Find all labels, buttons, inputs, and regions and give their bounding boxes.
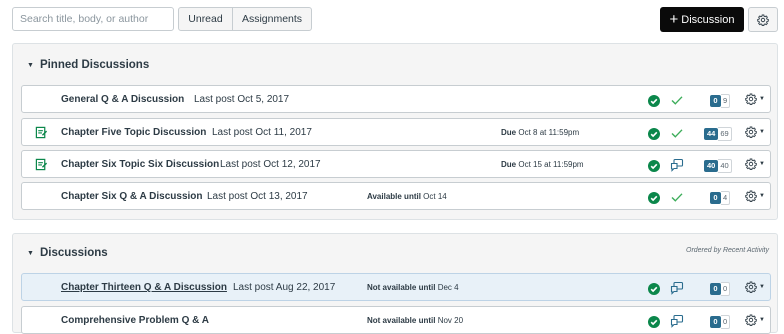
due-date: Due Oct 15 at 11:59pm (501, 160, 584, 169)
gear-icon (757, 14, 769, 26)
gear-icon (745, 314, 757, 326)
discussion-row[interactable]: Chapter Six Topic Six Discussion Last po… (21, 150, 771, 178)
reply-icon (670, 281, 684, 300)
discussion-title[interactable]: Chapter Six Q & A Discussion (61, 191, 203, 202)
checkmark-icon (670, 93, 684, 112)
caret-down-icon: ▼ (759, 96, 765, 102)
pinned-section-toggle[interactable]: ▼ Pinned Discussions (27, 59, 149, 71)
published-icon[interactable] (648, 94, 660, 112)
last-post: Last post Oct 11, 2017 (212, 127, 312, 138)
unread-count: 44 69 (704, 127, 732, 141)
unread-count: 0 0 (710, 315, 731, 329)
row-settings-menu[interactable]: ▼ (745, 126, 765, 138)
row-settings-menu[interactable]: ▼ (745, 158, 765, 170)
discussion-row[interactable]: General Q & A Discussion Last post Oct 5… (21, 85, 771, 113)
caret-down-icon: ▼ (27, 61, 34, 69)
caret-down-icon: ▼ (27, 249, 34, 257)
published-icon[interactable] (648, 127, 660, 145)
published-icon[interactable] (648, 191, 660, 209)
unread-filter-button[interactable]: Unread (178, 7, 233, 31)
settings-button[interactable] (748, 7, 778, 32)
last-post: Last post Aug 22, 2017 (233, 282, 336, 293)
discussion-row[interactable]: Chapter Thirteen Q & A Discussion Last p… (21, 273, 771, 301)
published-icon[interactable] (648, 315, 660, 333)
add-discussion-button[interactable]: + Discussion (660, 7, 744, 32)
assignment-icon (35, 158, 48, 176)
plus-icon: + (669, 11, 679, 28)
reply-icon (670, 158, 684, 177)
row-settings-menu[interactable]: ▼ (745, 314, 765, 326)
availability: Available until Oct 14 (367, 192, 447, 201)
discussion-row[interactable]: Chapter Five Topic Discussion Last post … (21, 118, 771, 146)
unread-count: 0 0 (710, 282, 731, 296)
discussion-row[interactable]: Chapter Six Q & A Discussion Last post O… (21, 182, 771, 210)
unread-count: 0 4 (710, 191, 731, 205)
row-settings-menu[interactable]: ▼ (745, 190, 765, 202)
gear-icon (745, 281, 757, 293)
unread-count: 0 9 (710, 94, 731, 108)
published-icon[interactable] (648, 159, 660, 177)
gear-icon (745, 93, 757, 105)
checkmark-icon (670, 190, 684, 209)
reply-icon (670, 314, 684, 333)
search-input[interactable] (12, 7, 174, 31)
availability: Not available until Dec 4 (367, 283, 459, 292)
add-discussion-label: Discussion (681, 13, 735, 26)
row-settings-menu[interactable]: ▼ (745, 93, 765, 105)
discussion-title[interactable]: Comprehensive Problem Q & A (61, 315, 209, 326)
caret-down-icon: ▼ (759, 193, 765, 199)
assignment-icon (35, 126, 48, 144)
assignments-filter-button[interactable]: Assignments (232, 7, 312, 31)
ordered-by-label: Ordered by Recent Activity (686, 247, 769, 254)
checkmark-icon (670, 126, 684, 145)
gear-icon (745, 190, 757, 202)
last-post: Last post Oct 12, 2017 (220, 159, 321, 170)
discussion-row[interactable]: Comprehensive Problem Q & A Not availabl… (21, 306, 771, 334)
discussion-title[interactable]: Chapter Six Topic Six Discussion (61, 159, 219, 170)
gear-icon (745, 158, 757, 170)
section-title: Discussions (39, 247, 108, 259)
last-post: Last post Oct 13, 2017 (207, 191, 308, 202)
gear-icon (745, 126, 757, 138)
section-title: Pinned Discussions (39, 59, 150, 71)
row-settings-menu[interactable]: ▼ (745, 281, 765, 293)
discussion-title[interactable]: Chapter Five Topic Discussion (61, 127, 206, 138)
last-post: Last post Oct 5, 2017 (194, 94, 290, 105)
published-icon[interactable] (648, 282, 660, 300)
discussion-title[interactable]: General Q & A Discussion (61, 94, 184, 105)
caret-down-icon: ▼ (759, 284, 765, 290)
discussion-title[interactable]: Chapter Thirteen Q & A Discussion (61, 282, 227, 293)
availability: Not available until Nov 20 (367, 316, 464, 325)
caret-down-icon: ▼ (759, 317, 765, 323)
caret-down-icon: ▼ (759, 129, 765, 135)
unread-count: 40 40 (704, 159, 732, 173)
due-date: Due Oct 8 at 11:59pm (501, 128, 580, 137)
discussions-section-toggle[interactable]: ▼ Discussions (27, 247, 108, 259)
caret-down-icon: ▼ (759, 161, 765, 167)
